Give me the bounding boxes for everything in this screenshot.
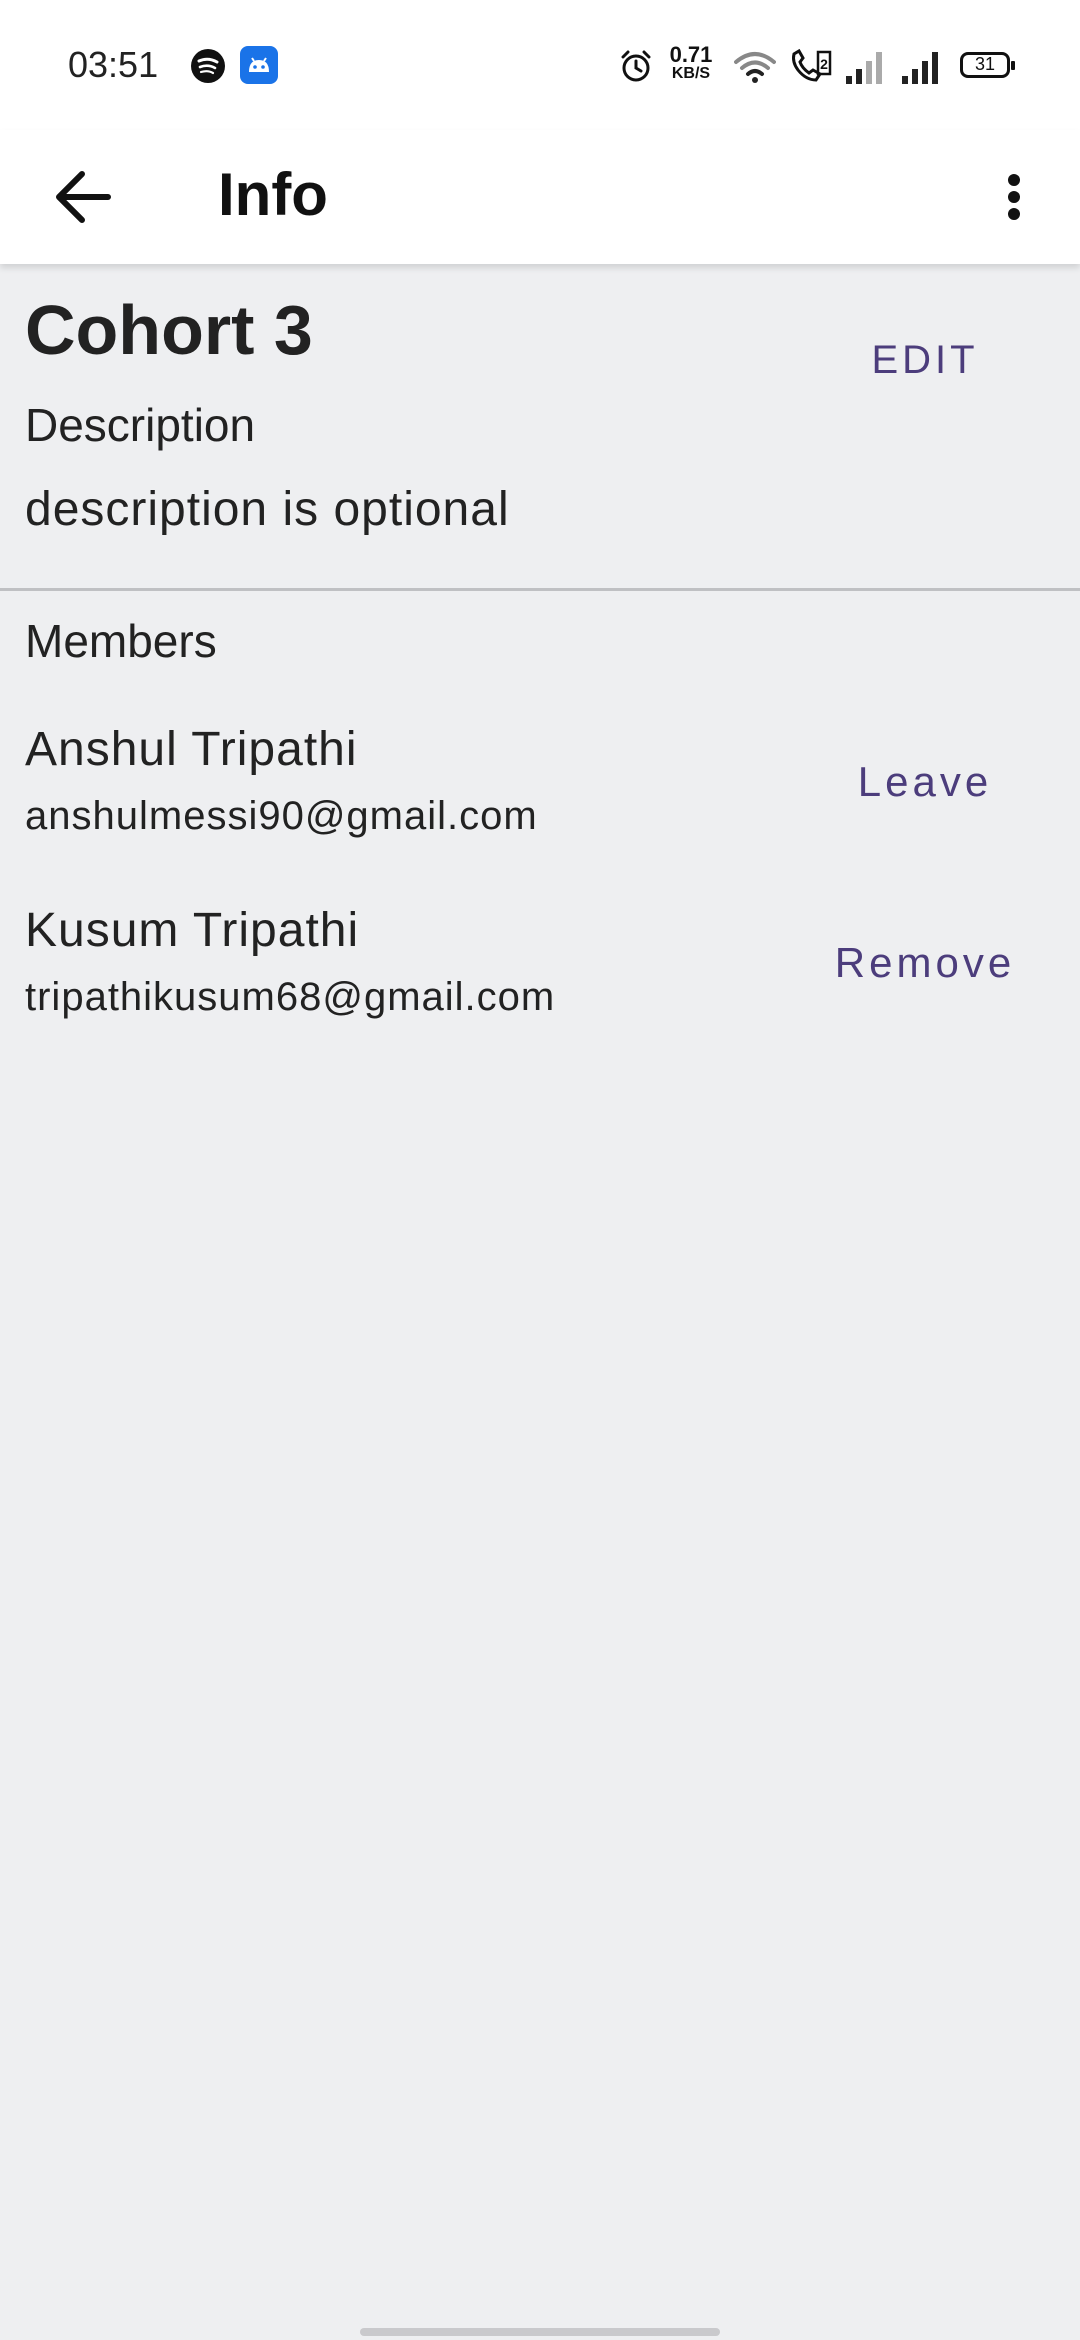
leave-button[interactable]: Leave: [850, 752, 1000, 812]
home-indicator[interactable]: [360, 2328, 720, 2336]
member-email: tripathikusum68@gmail.com: [25, 975, 556, 1019]
volte-call-icon: 2: [792, 48, 832, 82]
list-item: Kusum Tripathi tripathikusum68@gmail.com…: [0, 903, 1080, 1063]
description-text: description is optional: [25, 483, 510, 536]
member-name: Kusum Tripathi: [25, 904, 360, 957]
battery-icon: 31: [960, 52, 1015, 78]
status-bar: 03:51 0.71 KB/S 2 31: [0, 0, 1080, 130]
edit-button[interactable]: EDIT: [850, 330, 1000, 390]
signal-icon: [846, 52, 882, 84]
members-label: Members: [25, 615, 217, 667]
back-button[interactable]: [40, 152, 130, 242]
arrow-left-icon: [56, 171, 111, 223]
more-vert-icon: [1008, 174, 1020, 220]
signal-icon: [902, 52, 938, 84]
page-title: Info: [218, 161, 328, 228]
battery-level: 31: [974, 54, 996, 74]
member-email: anshulmessi90@gmail.com: [25, 794, 538, 838]
spotify-icon: [191, 49, 225, 83]
android-app-icon: [240, 46, 278, 84]
description-label: Description: [25, 399, 256, 451]
alarm-icon: [621, 50, 651, 82]
divider: [0, 588, 1080, 591]
status-time: 03:51: [68, 44, 159, 85]
group-name: Cohort 3: [25, 291, 313, 369]
list-item: Anshul Tripathi anshulmessi90@gmail.com …: [0, 722, 1080, 882]
net-speed: 0.71 KB/S: [666, 44, 716, 82]
remove-button[interactable]: Remove: [826, 933, 1024, 993]
svg-text:2: 2: [820, 56, 828, 72]
net-speed-unit: KB/S: [671, 65, 711, 82]
net-speed-value: 0.71: [669, 42, 713, 67]
wifi-icon: [734, 52, 776, 83]
app-bar: Info: [0, 130, 1080, 264]
member-name: Anshul Tripathi: [25, 723, 358, 776]
more-options-button[interactable]: [990, 152, 1040, 242]
